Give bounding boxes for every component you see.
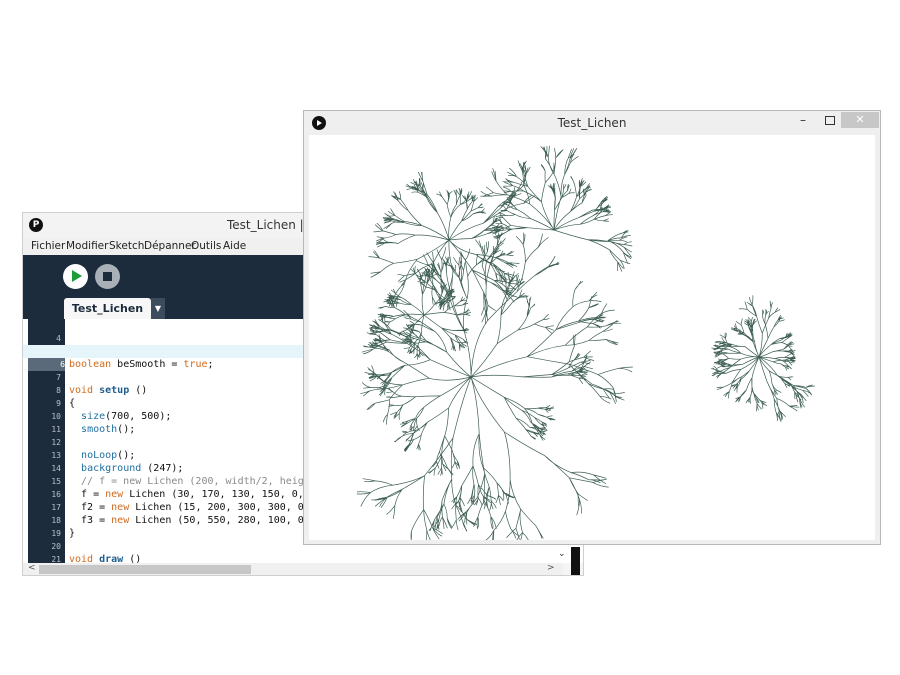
sketch-window: Test_Lichen – ✕: [303, 110, 881, 545]
scroll-left-icon[interactable]: <: [28, 563, 36, 573]
menu-modifier[interactable]: Modifier: [66, 240, 108, 252]
sketch-titlebar[interactable]: Test_Lichen – ✕: [304, 111, 880, 135]
menu-depanner[interactable]: Dépanner: [144, 240, 196, 252]
lichen-strokes: [356, 145, 815, 540]
menu-aide[interactable]: Aide: [223, 240, 246, 252]
lichen-drawing: [356, 145, 815, 540]
minimize-button[interactable]: –: [800, 113, 806, 127]
menu-sketch[interactable]: Sketch: [109, 240, 144, 252]
ide-window-title: Test_Lichen | P: [227, 218, 315, 232]
processing-logo-icon: P: [29, 218, 43, 232]
scroll-right-icon[interactable]: >: [547, 563, 555, 573]
tab-menu-arrow-icon[interactable]: ▼: [151, 298, 165, 320]
console-strip: [571, 547, 580, 575]
stop-button[interactable]: [95, 264, 120, 289]
run-button[interactable]: [63, 264, 88, 289]
scroll-down-icon[interactable]: ⌄: [558, 549, 566, 559]
horizontal-scrollbar[interactable]: < >: [23, 563, 563, 575]
sketch-canvas[interactable]: [309, 135, 875, 540]
tab-test-lichen[interactable]: Test_Lichen: [64, 298, 151, 320]
maximize-button[interactable]: [825, 116, 835, 125]
close-button[interactable]: ✕: [841, 112, 879, 128]
sketch-window-title: Test_Lichen: [557, 116, 627, 130]
menu-outils[interactable]: Outils: [191, 240, 221, 252]
scrollbar-thumb[interactable]: [39, 565, 251, 574]
menu-fichier[interactable]: Fichier: [31, 240, 65, 252]
